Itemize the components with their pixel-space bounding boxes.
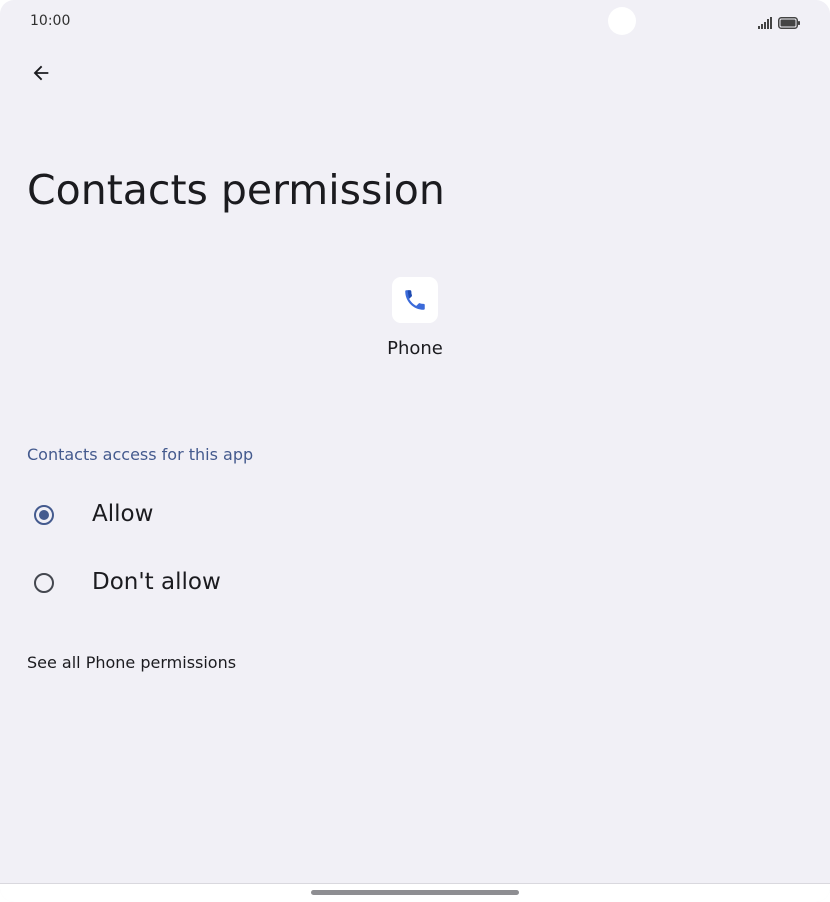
status-time: 10:00 [30, 13, 71, 29]
page-title: Contacts permission [27, 166, 445, 214]
app-name: Phone [387, 338, 443, 359]
signal-icon [758, 14, 772, 33]
camera-cutout [608, 7, 636, 35]
back-button[interactable] [22, 56, 60, 94]
allow-option[interactable]: Allow [0, 485, 830, 551]
see-all-permissions-link[interactable]: See all Phone permissions [27, 653, 236, 672]
screen: 10:00 Contacts permission Phone Contacts… [0, 0, 830, 902]
dont-allow-option[interactable]: Don't allow [0, 553, 830, 619]
status-bar: 10:00 [0, 0, 830, 42]
allow-label: Allow [92, 501, 154, 527]
gesture-handle[interactable] [311, 890, 519, 895]
dont-allow-radio-button[interactable] [34, 573, 54, 593]
battery-icon [778, 14, 800, 33]
allow-radio-button[interactable] [34, 505, 54, 525]
phone-app-icon [392, 277, 438, 323]
arrow-back-icon [30, 62, 52, 88]
status-icons [758, 14, 800, 33]
dont-allow-label: Don't allow [92, 569, 221, 595]
section-header: Contacts access for this app [27, 445, 254, 464]
